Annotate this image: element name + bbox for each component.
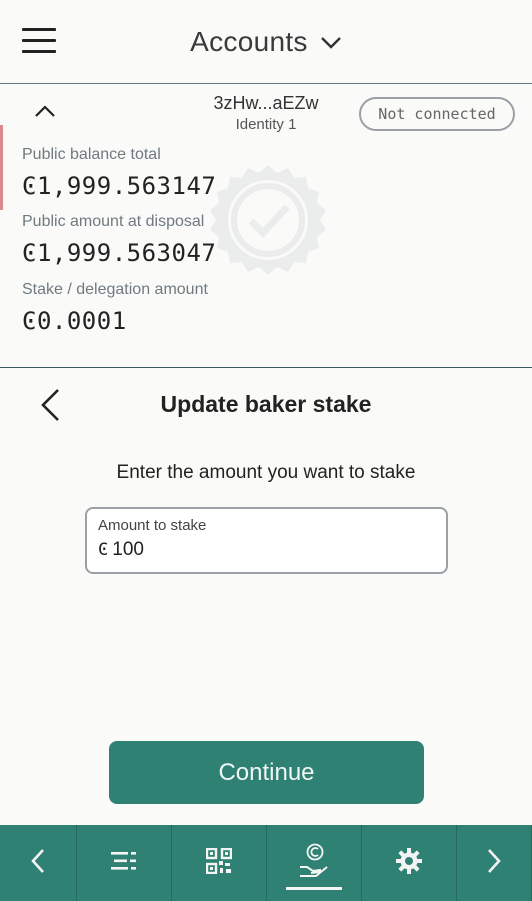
gear-icon: [395, 847, 423, 880]
baker-seal-icon: [205, 163, 331, 289]
active-tab-indicator: [286, 887, 342, 890]
chevron-down-icon: [320, 25, 342, 57]
nav-back-button[interactable]: [0, 825, 77, 901]
connection-status-badge: Not connected: [359, 97, 515, 131]
back-arrow-icon: [29, 847, 47, 880]
public-balance-label: Public balance total: [22, 146, 161, 163]
amount-field-label: Amount to stake: [98, 517, 207, 534]
page-title: Update baker stake: [160, 391, 372, 417]
app-header: Accounts: [0, 0, 532, 84]
bottom-nav: [0, 825, 532, 901]
public-balance-value: Ͼ1,999.563147: [22, 172, 217, 200]
list-icon: [110, 850, 138, 877]
qr-code-icon: [205, 847, 233, 879]
amount-field-value[interactable]: Ͼ 100: [98, 539, 144, 561]
nav-settings-button[interactable]: [362, 825, 457, 901]
nav-transactions-button[interactable]: [77, 825, 172, 901]
account-card: 3zHw...aEZw Identity 1 Not connected Pub…: [0, 85, 532, 368]
card-accent: [0, 125, 3, 210]
stake-value: Ͼ0.0001: [22, 307, 127, 335]
amount-to-stake-field[interactable]: Amount to stake Ͼ 100: [85, 507, 448, 574]
stake-label: Stake / delegation amount: [22, 281, 208, 298]
baker-stake-icon: [298, 843, 330, 884]
ccd-currency-icon: Ͼ: [98, 540, 109, 560]
page-title-accounts: Accounts: [190, 26, 308, 57]
stake-instruction: Enter the amount you want to stake: [116, 462, 416, 483]
amount-input-text[interactable]: 100: [112, 539, 144, 560]
at-disposal-value: Ͼ1,999.563047: [22, 239, 217, 267]
nav-qr-button[interactable]: [172, 825, 267, 901]
forward-arrow-icon: [485, 847, 503, 880]
at-disposal-label: Public amount at disposal: [22, 213, 205, 230]
nav-forward-button[interactable]: [457, 825, 532, 901]
account-selector[interactable]: Accounts: [0, 26, 532, 58]
continue-button[interactable]: Continue: [109, 741, 424, 804]
